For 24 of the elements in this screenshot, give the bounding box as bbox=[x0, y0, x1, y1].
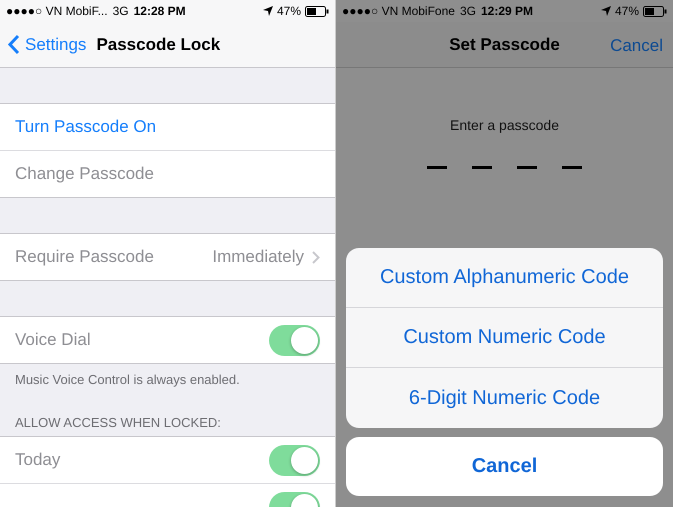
time-text: 12:29 PM bbox=[480, 4, 533, 18]
screen-title: Passcode Lock bbox=[96, 34, 220, 54]
row-label: Require Passcode bbox=[15, 247, 155, 267]
footer-note: Music Voice Control is always enabled. bbox=[14, 371, 241, 389]
option-button[interactable]: 6-Digit Numeric Code bbox=[346, 368, 663, 428]
row-label[interactable]: Turn Passcode On bbox=[15, 117, 320, 137]
back-button[interactable]: Settings bbox=[8, 34, 86, 55]
cancel-button[interactable]: Cancel bbox=[346, 437, 663, 496]
passcode-prompt: Enter a passcode bbox=[449, 117, 560, 133]
screen-title: Set Passcode bbox=[449, 34, 560, 54]
row-label: Today bbox=[15, 450, 62, 470]
time-text: 12:28 PM bbox=[134, 4, 186, 18]
section-header: ALLOW ACCESS WHEN LOCKED: bbox=[15, 415, 221, 430]
carrier-text: ●●●●○ VN MobiFone bbox=[342, 4, 455, 18]
battery-percent: 47% bbox=[276, 4, 301, 18]
carrier-text: ●●●●○ VN MobiF... bbox=[6, 4, 108, 18]
row-label: Voice Dial bbox=[15, 330, 92, 350]
network-text: 3G bbox=[112, 4, 129, 18]
battery-percent: 47% bbox=[614, 4, 639, 18]
option-button[interactable]: Custom Alphanumeric Code bbox=[346, 248, 663, 308]
cancel-button[interactable]: Cancel bbox=[610, 36, 663, 56]
option-button[interactable]: Custom Numeric Code bbox=[346, 308, 663, 368]
network-text: 3G bbox=[460, 4, 476, 18]
row-value: Immediately bbox=[212, 247, 304, 267]
